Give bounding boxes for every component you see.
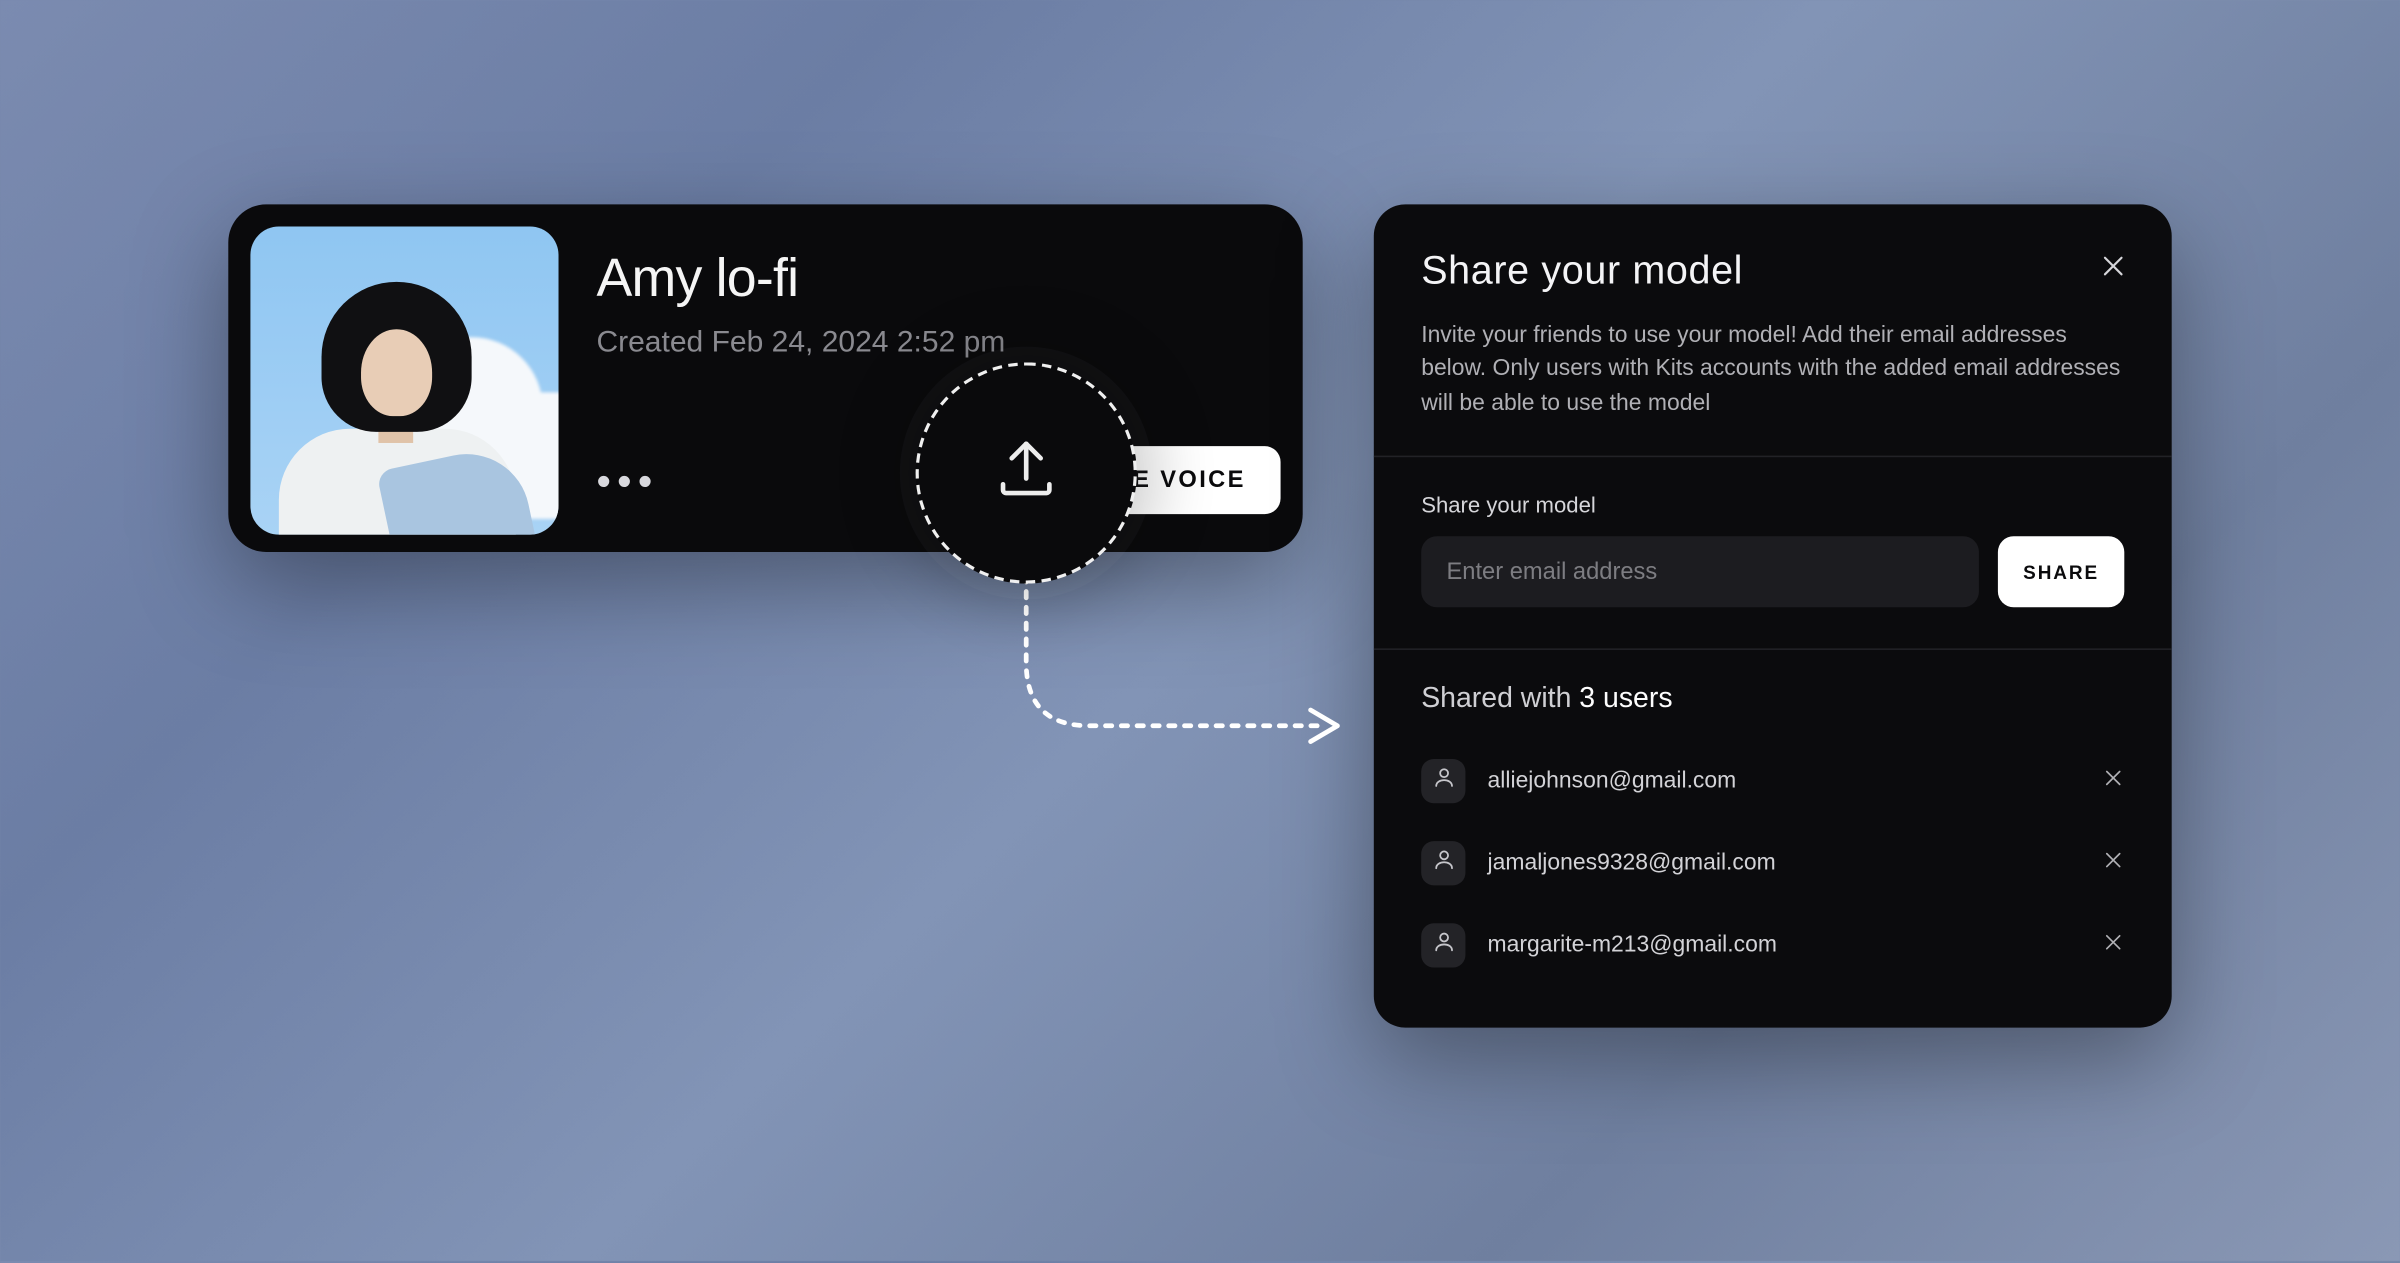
- remove-user-button[interactable]: [2102, 766, 2124, 796]
- close-icon: [2102, 932, 2124, 959]
- share-form-label: Share your model: [1421, 492, 2124, 517]
- share-modal-header: Share your model: [1374, 204, 2172, 294]
- shared-user-row: alliejohnson@gmail.com: [1421, 740, 2124, 822]
- user-icon: [1431, 765, 1455, 797]
- share-modal-title: Share your model: [1421, 248, 2124, 294]
- model-created-at: Created Feb 24, 2024 2:52 pm: [596, 326, 1280, 361]
- share-modal-description: Invite your friends to use your model! A…: [1374, 294, 2172, 456]
- user-avatar: [1421, 759, 1465, 803]
- share-modal: Share your model Invite your friends to …: [1374, 204, 2172, 1028]
- model-thumbnail: [250, 226, 558, 534]
- remove-user-button[interactable]: [2102, 848, 2124, 878]
- more-options-button[interactable]: •••: [596, 459, 658, 500]
- share-upload-button[interactable]: [916, 362, 1137, 583]
- share-form: Share your model SHARE: [1374, 457, 2172, 648]
- upload-icon: [991, 434, 1061, 511]
- shared-user-row: jamaljones9328@gmail.com: [1421, 822, 2124, 904]
- model-card: Amy lo-fi Created Feb 24, 2024 2:52 pm •…: [228, 204, 1302, 552]
- shared-user-row: margarite-m213@gmail.com: [1421, 904, 2124, 986]
- share-button[interactable]: SHARE: [1998, 536, 2124, 607]
- shared-users-heading: Shared with 3 users: [1421, 682, 2124, 715]
- share-email-input[interactable]: [1421, 536, 1979, 607]
- user-icon: [1431, 930, 1455, 962]
- close-button[interactable]: [2099, 251, 2127, 287]
- model-title: Amy lo-fi: [596, 248, 1280, 310]
- close-icon: [2099, 259, 2127, 286]
- user-avatar: [1421, 841, 1465, 885]
- user-icon: [1431, 848, 1455, 880]
- shared-user-email: margarite-m213@gmail.com: [1488, 933, 2081, 958]
- remove-user-button[interactable]: [2102, 930, 2124, 960]
- shared-users-section: Shared with 3 users alliejohnson@gmail.c…: [1374, 650, 2172, 1028]
- user-avatar: [1421, 923, 1465, 967]
- close-icon: [2102, 768, 2124, 795]
- shared-user-email: jamaljones9328@gmail.com: [1488, 851, 2081, 876]
- shared-user-email: alliejohnson@gmail.com: [1488, 769, 2081, 794]
- close-icon: [2102, 850, 2124, 877]
- connector-arrow: [1018, 575, 1350, 749]
